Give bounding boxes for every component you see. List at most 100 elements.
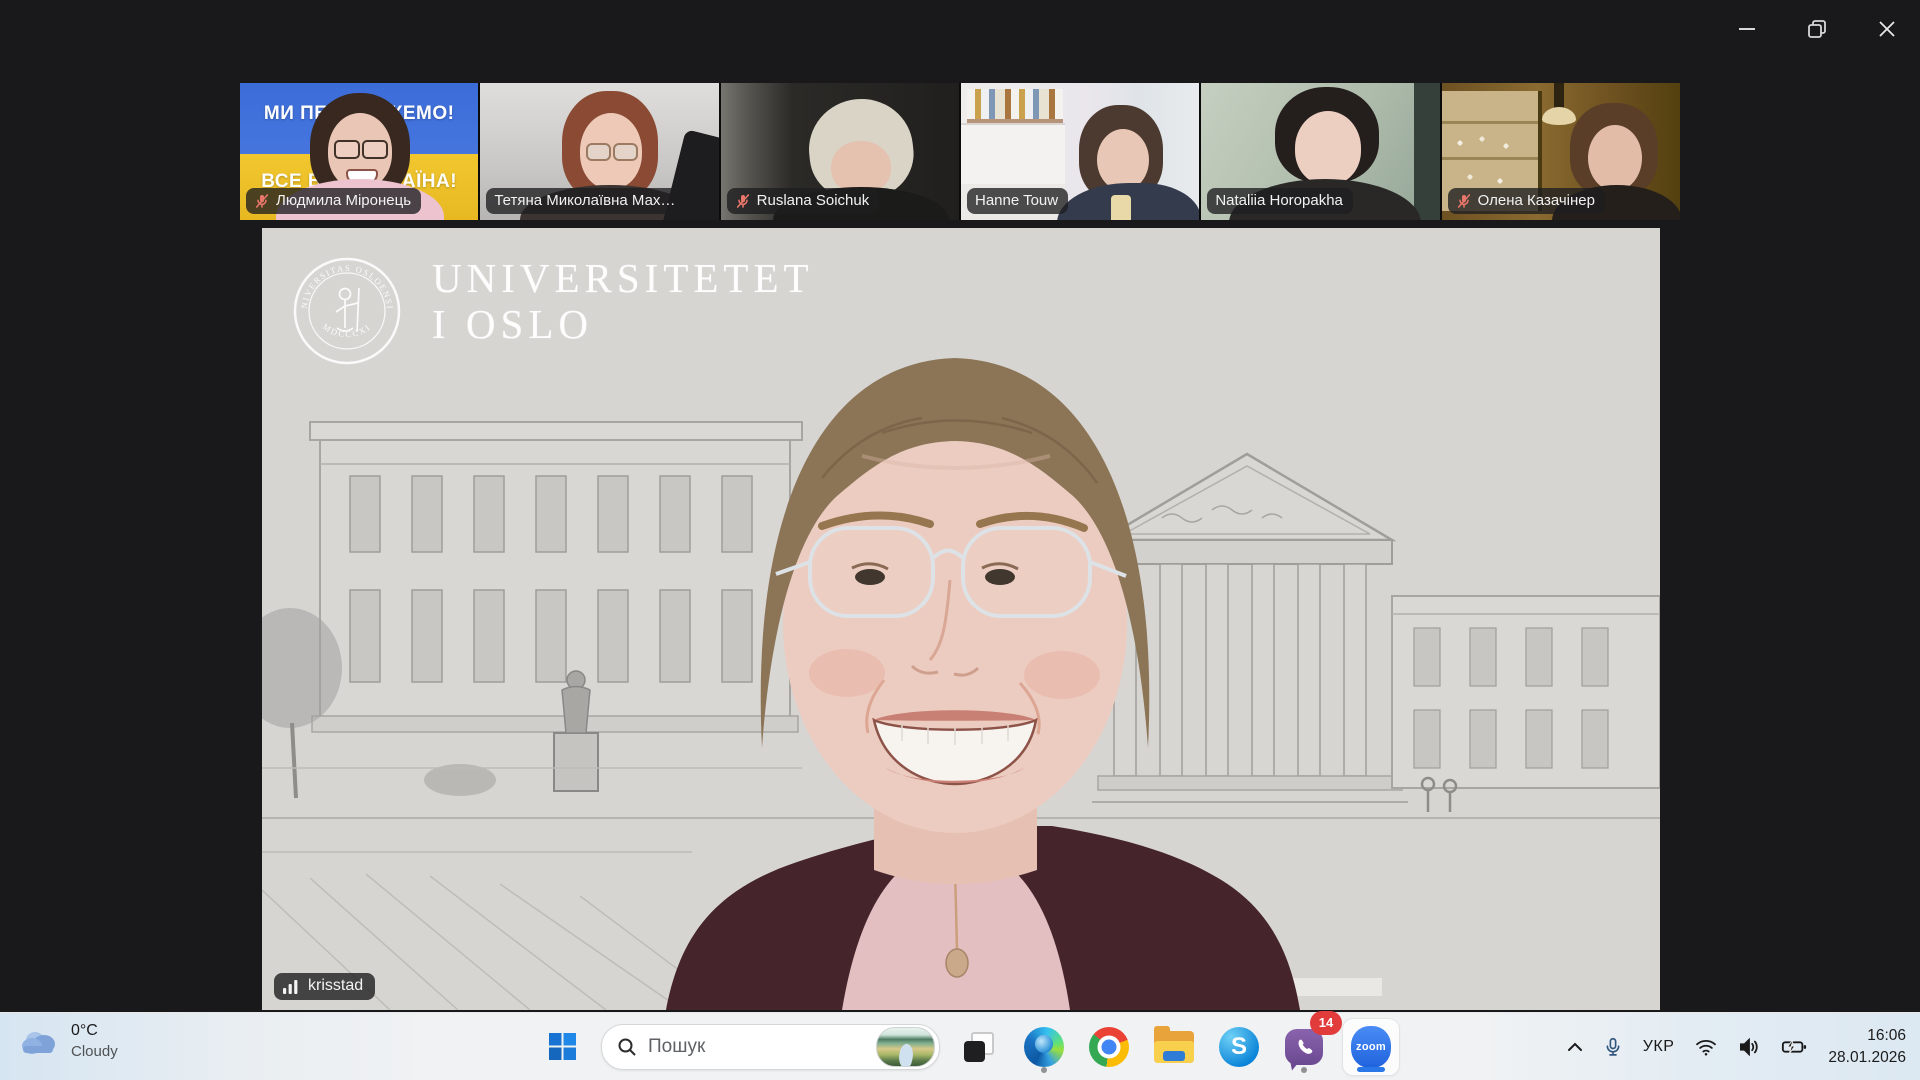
battery-tray-button[interactable]	[1777, 1035, 1811, 1059]
participant-name: Тетяна Миколаївна Мах…	[494, 191, 675, 210]
person-figure	[613, 143, 638, 161]
phone-icon	[1294, 1037, 1314, 1057]
participant-name: Hanne Touw	[975, 191, 1058, 210]
mic-muted-icon	[735, 193, 751, 209]
participant-tile-hanne[interactable]: Hanne Touw	[961, 83, 1199, 220]
start-button[interactable]	[536, 1019, 588, 1075]
wifi-icon	[1695, 1038, 1717, 1056]
tray-date: 28.01.2026	[1828, 1047, 1906, 1069]
person-figure	[586, 143, 611, 161]
audio-level-icon	[283, 979, 300, 994]
volume-tray-button[interactable]	[1734, 1034, 1764, 1060]
participant-name-label: Hanne Touw	[967, 188, 1068, 214]
participant-tile-tetiana[interactable]: Тетяна Миколаївна Мах…	[480, 83, 718, 220]
participant-strip: МИ ПЕРЕМОЖЕМО! ВСЕ БУДЕ УКРАЇНА! Людмила…	[240, 83, 1680, 220]
system-tray: УКР 16:06	[1563, 1013, 1920, 1080]
weather-condition: Cloudy	[71, 1042, 118, 1062]
search-placeholder: Пошук	[648, 1036, 705, 1058]
participant-name: Ruslana Soichuk	[757, 191, 870, 210]
clock[interactable]: 16:06 28.01.2026	[1828, 1025, 1906, 1068]
participant-tile-liudmyla[interactable]: МИ ПЕРЕМОЖЕМО! ВСЕ БУДЕ УКРАЇНА! Людмила…	[240, 83, 478, 220]
uio-wordmark-line2: I OSLO	[432, 302, 814, 348]
viber-icon	[1290, 1061, 1300, 1071]
skype-app-button[interactable]: S	[1213, 1019, 1265, 1075]
uio-wordmark-line1: UNIVERSITETET	[432, 256, 814, 302]
mic-muted-icon	[254, 193, 270, 209]
volume-icon	[1738, 1038, 1760, 1056]
mic-muted-icon	[1456, 193, 1472, 209]
chevron-up-icon	[1567, 1041, 1583, 1053]
file-explorer-button[interactable]	[1148, 1019, 1200, 1075]
close-icon	[1876, 18, 1898, 40]
uio-seal-icon: UNIVERSITAS OSLOENSIS MDCCCXI	[292, 256, 402, 366]
search-icon	[617, 1037, 637, 1057]
participant-tile-ruslana[interactable]: Ruslana Soichuk	[721, 83, 959, 220]
tray-overflow-button[interactable]	[1563, 1037, 1587, 1057]
participant-name-label: Людмила Міронець	[246, 188, 421, 214]
seal-top-text: UNIVERSITAS OSLOENSIS	[292, 256, 395, 311]
running-indicator	[1301, 1067, 1307, 1073]
close-button[interactable]	[1864, 12, 1910, 46]
weather-widget[interactable]: 0°C Cloudy	[20, 1021, 118, 1061]
wifi-tray-button[interactable]	[1691, 1034, 1721, 1060]
person-figure	[334, 140, 360, 159]
windows-logo-icon	[549, 1033, 576, 1060]
minimize-icon	[1736, 18, 1758, 40]
viber-app-button[interactable]: 14	[1278, 1019, 1330, 1075]
task-view-button[interactable]	[953, 1019, 1005, 1075]
running-indicator	[1041, 1067, 1047, 1073]
window-controls	[1724, 12, 1910, 46]
person-figure	[1295, 111, 1361, 185]
edge-app-button[interactable]	[1018, 1019, 1070, 1075]
participant-name-label: Олена Казачінер	[1448, 188, 1605, 214]
search-highlight-image[interactable]	[876, 1027, 935, 1067]
taskbar: 0°C Cloudy Пошук	[0, 1012, 1920, 1080]
zoom-icon: zoom	[1351, 1026, 1391, 1068]
restore-icon	[1806, 18, 1828, 40]
zoom-app-button[interactable]: zoom	[1343, 1019, 1399, 1075]
taskbar-center: Пошук	[536, 1013, 1399, 1080]
lamp	[1554, 83, 1564, 109]
participant-name-label: Nataliia Horopakha	[1207, 188, 1353, 214]
viber-notification-badge: 14	[1310, 1011, 1342, 1035]
zoom-meeting-window: МИ ПЕРЕМОЖЕМО! ВСЕ БУДЕ УКРАЇНА! Людмила…	[0, 0, 1920, 1080]
speaker-name: krisstad	[308, 977, 363, 995]
person-figure	[362, 140, 388, 159]
active-app-indicator	[1357, 1067, 1385, 1072]
minimize-button[interactable]	[1724, 12, 1770, 46]
participant-name: Людмила Міронець	[276, 191, 411, 210]
participant-name: Nataliia Horopakha	[1215, 191, 1343, 210]
search-box[interactable]: Пошук	[601, 1024, 940, 1070]
battery-charging-icon	[1781, 1039, 1807, 1055]
microphone-icon	[1604, 1037, 1622, 1057]
search-highlight-image	[896, 1042, 915, 1066]
chrome-icon	[1089, 1027, 1129, 1067]
participant-name: Олена Казачінер	[1478, 191, 1595, 210]
skype-icon: S	[1219, 1027, 1259, 1067]
participant-tile-olena[interactable]: Олена Казачінер	[1442, 83, 1680, 220]
person-figure	[1111, 195, 1131, 220]
file-explorer-icon	[1154, 1031, 1194, 1063]
task-view-icon	[964, 1032, 994, 1062]
tray-time: 16:06	[1828, 1025, 1906, 1047]
svg-text:UNIVERSITAS OSLOENSIS: UNIVERSITAS OSLOENSIS	[292, 256, 395, 311]
bookshelf	[967, 89, 1063, 123]
speaker-name-label: krisstad	[274, 973, 375, 1000]
person-figure	[1588, 125, 1642, 191]
person-figure	[1097, 129, 1149, 191]
participant-name-label: Ruslana Soichuk	[727, 188, 880, 214]
microphone-tray-button[interactable]	[1600, 1033, 1626, 1061]
active-speaker-video: UNIVERSITAS OSLOENSIS MDCCCXI UNIVERSITE…	[262, 228, 1660, 1010]
language-indicator[interactable]: УКР	[1639, 1038, 1679, 1056]
participant-tile-nataliia[interactable]: Nataliia Horopakha	[1201, 83, 1439, 220]
restore-button[interactable]	[1794, 12, 1840, 46]
tile-background	[1414, 83, 1440, 220]
chrome-app-button[interactable]	[1083, 1019, 1135, 1075]
edge-icon	[1024, 1027, 1064, 1067]
uio-wordmark: UNIVERSITETET I OSLO	[432, 256, 814, 348]
uio-logo: UNIVERSITAS OSLOENSIS MDCCCXI UNIVERSITE…	[292, 256, 814, 366]
participant-name-label: Тетяна Миколаївна Мах…	[486, 188, 685, 214]
cloud-icon	[20, 1027, 58, 1055]
weather-temperature: 0°C	[71, 1021, 118, 1042]
lamp	[1542, 107, 1576, 125]
